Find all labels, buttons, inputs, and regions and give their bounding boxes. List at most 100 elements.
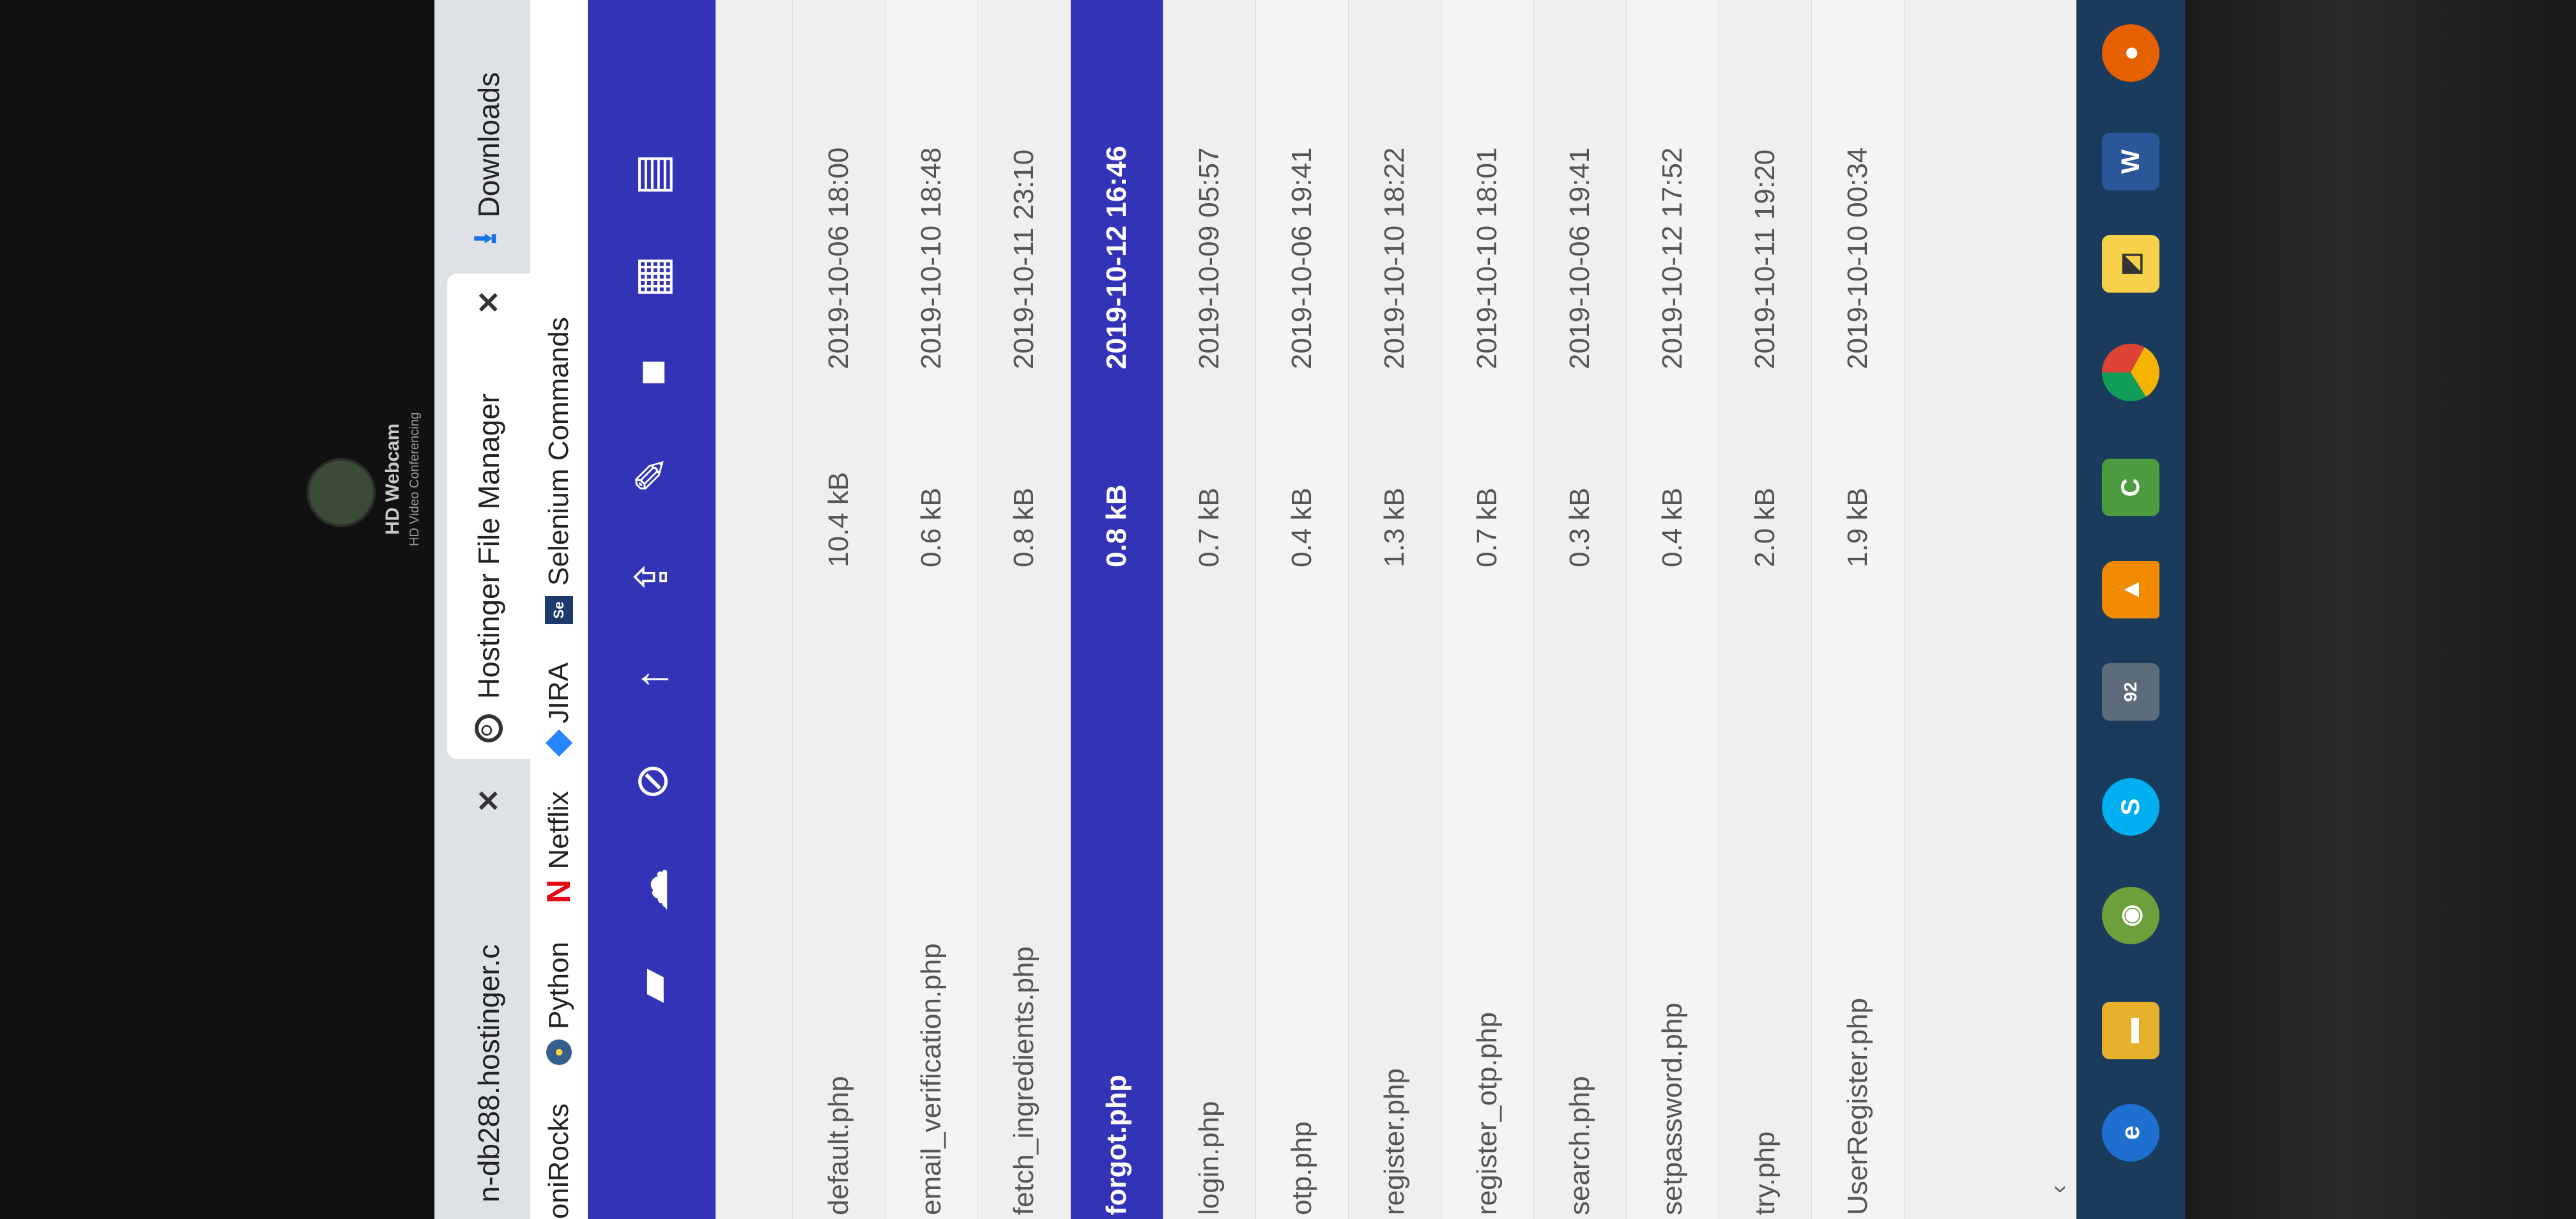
globe-icon: [475, 714, 503, 742]
archive-icon[interactable]: ▦: [623, 248, 680, 305]
file-modified-date: 2019-10-10 18:22: [1379, 147, 1410, 369]
file-row[interactable]: otp.php 0.4 kB 2019-10-06 19:41: [1256, 0, 1349, 1219]
file-size: 0.6 kB: [916, 487, 947, 567]
tab-label: Downloads: [472, 72, 505, 218]
file-manager-toolbar: ▰ ☁ ⊘ ↑ ⇪ ✎ ■ ▦ ▤: [588, 0, 716, 1219]
file-list-empty-space: [1905, 0, 2097, 1219]
tab-label: n-db288.hostinger.c: [472, 944, 505, 1202]
file-name[interactable]: otp.php: [1256, 576, 1348, 1219]
file-name[interactable]: register_otp.php: [1441, 576, 1533, 1219]
new-file-icon[interactable]: ⊘: [623, 753, 680, 810]
laptop-bezel-top: [0, 0, 434, 1219]
file-size: 0.4 kB: [1286, 487, 1317, 567]
file-name[interactable]: try.php: [1719, 576, 1811, 1219]
file-explorer-icon[interactable]: ▬: [2102, 1002, 2159, 1059]
file-row[interactable]: try.php 2.0 kB 2019-10-11 19:20: [1719, 0, 1812, 1219]
file-size: 0.8 kB: [1008, 487, 1039, 567]
file-size: 0.3 kB: [1564, 487, 1595, 567]
webcam-icon: [307, 458, 376, 527]
file-name[interactable]: setpassword.php: [1627, 576, 1719, 1219]
file-name[interactable]: fetch_ingredients.php: [978, 576, 1070, 1219]
webcam-title: HD Webcam: [382, 423, 403, 535]
selenium-icon: Se: [545, 595, 573, 624]
file-name[interactable]: email_verification.php: [885, 576, 977, 1219]
tab-file-manager[interactable]: Hostinger File Manager ✕: [447, 273, 530, 759]
file-row[interactable]: register_otp.php 0.7 kB 2019-10-10 18:01: [1441, 0, 1534, 1219]
webcam-subtitle: HD Video Conferencing: [408, 412, 422, 546]
bookmark-label: Netflix: [543, 791, 574, 870]
file-row[interactable]: fetch_ingredients.php 0.8 kB 2019-10-11 23…: [978, 0, 1071, 1219]
file-size: 1.9 kB: [1842, 487, 1873, 567]
bookmark-jira[interactable]: JIRA: [543, 663, 575, 757]
file-name[interactable]: default.php: [793, 576, 885, 1219]
file-modified-date: 2019-10-10 18:01: [1471, 147, 1503, 369]
bookmark-netflix[interactable]: N Netflix: [540, 791, 578, 903]
tab-downloads[interactable]: ⭳ Downloads: [447, 5, 530, 261]
tab-strip: n-db288.hostinger.c ✕ Hostinger File Man…: [434, 0, 530, 1219]
file-row[interactable]: setpassword.php 0.4 kB 2019-10-12 17:52: [1627, 0, 1719, 1219]
edit-icon[interactable]: ✎: [623, 446, 680, 503]
scroll-left-icon[interactable]: ‹: [2044, 1185, 2073, 1193]
file-name[interactable]: search.php: [1534, 576, 1626, 1219]
delete-icon[interactable]: ▤: [623, 146, 680, 203]
file-size: 0.8 kB: [1101, 484, 1132, 567]
share-icon[interactable]: ⇪: [623, 548, 680, 606]
edge-icon[interactable]: e: [2102, 1104, 2159, 1162]
file-size: 0.7 kB: [1193, 487, 1225, 567]
file-name[interactable]: login.php: [1163, 576, 1255, 1219]
screen: n-db288.hostinger.c ✕ Hostinger File Man…: [434, 0, 2185, 1219]
file-list-header: [716, 0, 793, 1219]
close-icon[interactable]: ✕: [471, 290, 506, 315]
lock-icon[interactable]: ■: [623, 344, 680, 401]
close-icon[interactable]: ✕: [471, 788, 506, 813]
bookmark-label: oniRocks: [543, 1103, 574, 1219]
file-size: 1.3 kB: [1379, 487, 1410, 567]
bookmarks-bar: oniRocks ● Python N Netflix JIRA Se Sele…: [530, 0, 588, 1219]
file-modified-date: 2019-10-10 00:34: [1842, 147, 1873, 369]
netflix-icon: N: [540, 879, 578, 904]
file-row[interactable]: search.php 0.3 kB 2019-10-06 19:41: [1534, 0, 1627, 1219]
bookmark-onirocks[interactable]: oniRocks: [543, 1103, 575, 1219]
file-name[interactable]: forgot.php: [1071, 576, 1163, 1219]
chrome-icon[interactable]: [2102, 344, 2159, 401]
mail-icon[interactable]: 92: [2102, 663, 2159, 721]
file-modified-date: 2019-10-06 19:41: [1564, 147, 1595, 369]
bookmark-label: Selenium Commands: [543, 317, 574, 586]
file-row[interactable]: email_verification.php 0.6 kB 2019-10-10 1…: [885, 0, 978, 1219]
cloud-upload-icon[interactable]: ☁: [623, 861, 680, 919]
file-modified-date: 2019-10-06 18:00: [823, 147, 854, 369]
file-modified-date: 2019-10-12 16:46: [1101, 146, 1132, 369]
file-row[interactable]: forgot.php 0.8 kB 2019-10-12 16:46: [1071, 0, 1163, 1219]
python-icon: ●: [546, 1039, 572, 1066]
file-size: 10.4 kB: [823, 471, 854, 567]
file-modified-date: 2019-10-10 18:48: [916, 147, 947, 369]
file-size: 2.0 kB: [1749, 487, 1781, 567]
file-size: 0.4 kB: [1657, 487, 1688, 567]
file-modified-date: 2019-10-12 17:52: [1657, 147, 1688, 369]
bookmark-label: Python: [543, 942, 574, 1030]
tab-hostinger-db[interactable]: n-db288.hostinger.c ✕: [447, 772, 530, 1219]
file-size: 0.7 kB: [1471, 487, 1503, 567]
file-list: default.php 10.4 kB 2019-10-06 18:00 email_…: [716, 0, 2097, 1219]
android-studio-icon[interactable]: ◉: [2102, 887, 2159, 944]
skype-icon[interactable]: S: [2102, 778, 2159, 836]
file-row[interactable]: register.php 1.3 kB 2019-10-10 18:22: [1349, 0, 1441, 1219]
bookmark-python[interactable]: ● Python: [543, 942, 575, 1066]
laptop-bezel-bottom: [2185, 0, 2576, 1219]
file-name[interactable]: register.php: [1349, 576, 1441, 1219]
taskbar: e ▬ ◉ S 92 ▲ C ◩ W ●: [2076, 0, 2185, 1219]
jira-icon: [545, 730, 573, 757]
vlc-icon[interactable]: ▲: [2102, 561, 2159, 618]
file-row[interactable]: default.php 10.4 kB 2019-10-06 18:00: [793, 0, 885, 1219]
bookmark-selenium[interactable]: Se Selenium Commands: [543, 317, 575, 624]
file-row[interactable]: login.php 0.7 kB 2019-10-09 05:57: [1163, 0, 1256, 1219]
file-name[interactable]: UserRegister.php: [1812, 576, 1904, 1219]
download-icon: ⭳: [466, 233, 503, 245]
file-row[interactable]: UserRegister.php 1.9 kB 2019-10-10 00:34: [1812, 0, 1905, 1219]
word-icon[interactable]: W: [2102, 133, 2159, 190]
upload-icon[interactable]: ↑: [623, 650, 680, 708]
firefox-icon[interactable]: ●: [2102, 24, 2159, 82]
sticky-notes-icon[interactable]: ◩: [2102, 235, 2159, 293]
folder-icon[interactable]: ▰: [623, 957, 680, 1015]
camtasia-icon[interactable]: C: [2102, 459, 2159, 516]
